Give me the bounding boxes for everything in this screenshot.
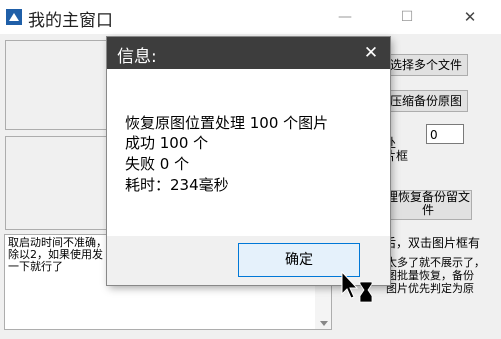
minimize-button[interactable]: — xyxy=(330,6,360,28)
restore-backup-button[interactable]: 理恢复备份留文 件 xyxy=(384,190,472,220)
tip-label-2: 太多了就不展示了， 图批量恢复，备份 图片优先判定为原 xyxy=(386,256,485,295)
busy-cursor-icon xyxy=(341,270,373,303)
select-multiple-files-button[interactable]: 选择多个文件 xyxy=(384,54,468,76)
dialog-body: 恢复原图位置处理 100 个图片 成功 100 个 失败 0 个 耗时：234毫… xyxy=(107,69,390,236)
window-title: 我的主窗口 xyxy=(28,11,113,31)
scroll-down-icon[interactable] xyxy=(320,321,328,326)
message-line-1: 恢复原图位置处理 100 个图片 xyxy=(125,114,329,132)
message-line-4: 耗时：234毫秒 xyxy=(125,176,229,194)
message-line-3: 失败 0 个 xyxy=(125,155,190,173)
close-button[interactable]: ✕ xyxy=(455,6,485,28)
compress-backup-button[interactable]: 压缩备份原图 xyxy=(384,90,468,112)
app-icon xyxy=(6,9,22,25)
info-dialog: 信息: ✕ 恢复原图位置处理 100 个图片 成功 100 个 失败 0 个 耗… xyxy=(107,37,390,285)
message-line-2: 成功 100 个 xyxy=(125,134,209,152)
restore-backup-label-2: 件 xyxy=(421,203,434,217)
tip-label-1: 后，双击图片框有 xyxy=(384,236,481,250)
maximize-button[interactable]: ☐ xyxy=(392,6,422,28)
dialog-title: 信息: xyxy=(117,47,157,67)
dialog-close-button[interactable]: ✕ xyxy=(360,42,382,64)
dialog-header: 信息: ✕ xyxy=(107,37,390,69)
title-bar: 我的主窗口 — ☐ ✕ xyxy=(0,0,501,34)
count-input[interactable]: 0 xyxy=(426,124,464,144)
